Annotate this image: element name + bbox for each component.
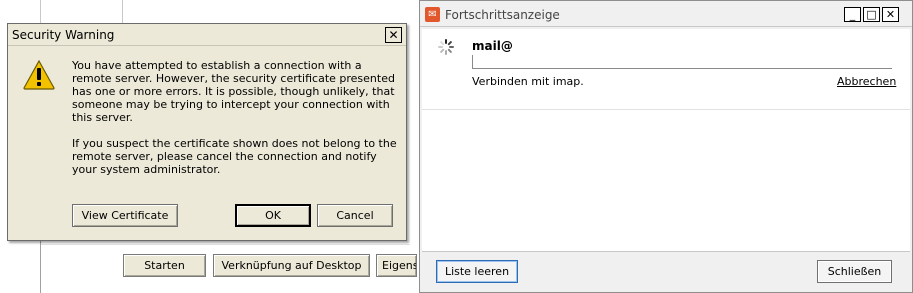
close-button[interactable]: Schließen — [817, 260, 892, 283]
close-icon[interactable]: ✕ — [882, 7, 899, 22]
message-paragraph: If you suspect the certificate shown doe… — [72, 137, 397, 176]
minimize-icon[interactable]: _ — [844, 7, 861, 22]
task-name: mail@ — [472, 39, 513, 53]
progress-window: ✉ Fortschrittsanzeige _ □ ✕ mail@ Verbin… — [419, 0, 913, 293]
dialog-title: Security Warning — [12, 28, 115, 42]
task-list-empty-area — [422, 109, 910, 251]
task-status: Verbinden mit imap. — [472, 75, 584, 88]
view-certificate-button[interactable]: View Certificate — [72, 204, 178, 227]
window-title: Fortschrittsanzeige — [445, 8, 560, 22]
window-footer: Liste leeren Schließen — [422, 251, 910, 292]
cancel-button[interactable]: Cancel — [317, 204, 393, 227]
dialog-titlebar: Security Warning ✕ — [8, 24, 406, 46]
task-item: mail@ Verbinden mit imap. Abbrechen — [422, 29, 910, 109]
ok-button[interactable]: OK — [235, 204, 311, 227]
progress-bar — [472, 55, 892, 69]
window-titlebar: ✉ Fortschrittsanzeige _ □ ✕ — [420, 1, 912, 27]
maximize-icon[interactable]: □ — [863, 7, 880, 22]
app-icon: ✉ — [425, 7, 440, 22]
close-icon[interactable]: ✕ — [385, 27, 402, 43]
desktop-shortcut-button[interactable]: Verknüpfung auf Desktop — [213, 254, 370, 277]
cancel-link[interactable]: Abbrechen — [837, 75, 896, 88]
divider — [40, 238, 41, 293]
properties-button[interactable]: Eigens — [376, 254, 417, 277]
grid-line — [40, 244, 410, 245]
start-button[interactable]: Starten — [123, 254, 206, 277]
warning-icon — [23, 60, 55, 90]
dialog-message: You have attempted to establish a connec… — [72, 59, 397, 189]
message-paragraph: You have attempted to establish a connec… — [72, 59, 395, 124]
loading-spinner-icon — [438, 39, 454, 55]
security-warning-dialog: Security Warning ✕ You have attempted to… — [7, 23, 407, 241]
clear-list-button[interactable]: Liste leeren — [436, 260, 518, 283]
